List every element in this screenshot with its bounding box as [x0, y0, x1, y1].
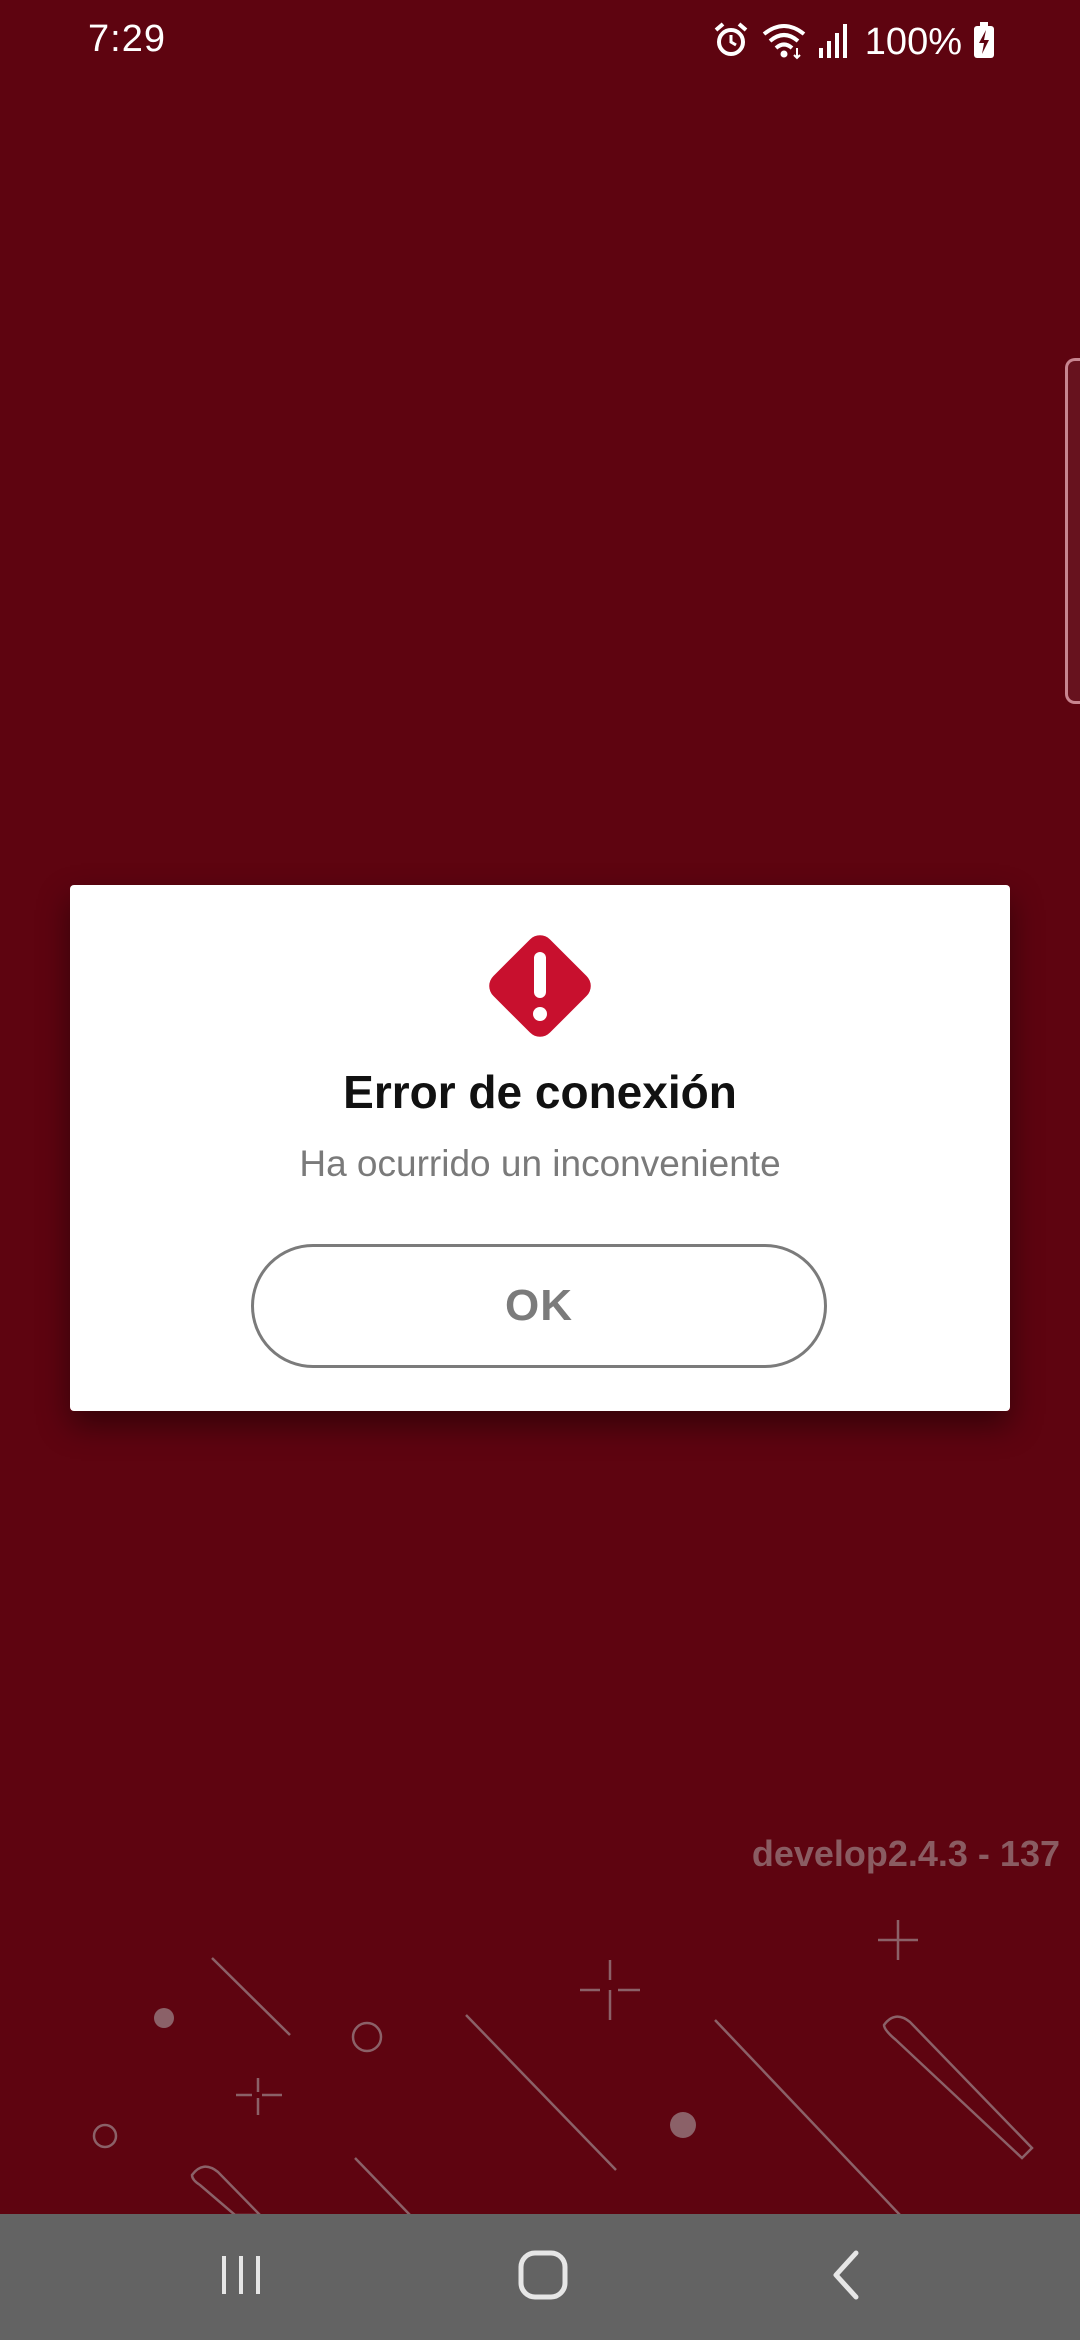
status-time: 7:29	[88, 18, 166, 60]
recent-apps-icon	[216, 2250, 266, 2305]
status-icons: 100%	[711, 14, 996, 70]
wifi-icon	[761, 20, 807, 65]
background-decorations	[92, 1920, 1034, 2215]
navigation-bar	[0, 2214, 1080, 2340]
dialog-message: Ha ocurrido un inconveniente	[299, 1143, 781, 1184]
ok-button[interactable]: OK	[251, 1244, 827, 1368]
back-icon	[826, 2247, 866, 2308]
status-bar: 7:29 100%	[0, 0, 1080, 84]
alarm-icon	[711, 20, 751, 65]
signal-icon	[817, 20, 849, 65]
battery-percent: 100%	[864, 20, 962, 63]
error-diamond-icon	[482, 928, 598, 1044]
battery-charging-icon	[972, 20, 996, 65]
app-screen: 7:29 100% Error de conexión Ha ocurrido …	[0, 0, 1080, 2340]
scroll-handle[interactable]	[1065, 358, 1080, 704]
home-button[interactable]	[473, 2214, 613, 2340]
back-button[interactable]	[776, 2214, 916, 2340]
recent-apps-button[interactable]	[171, 2214, 311, 2340]
version-label: develop2.4.3 - 137	[751, 1833, 1060, 1874]
home-icon	[515, 2247, 571, 2308]
dialog-title: Error de conexión	[343, 1066, 737, 1118]
